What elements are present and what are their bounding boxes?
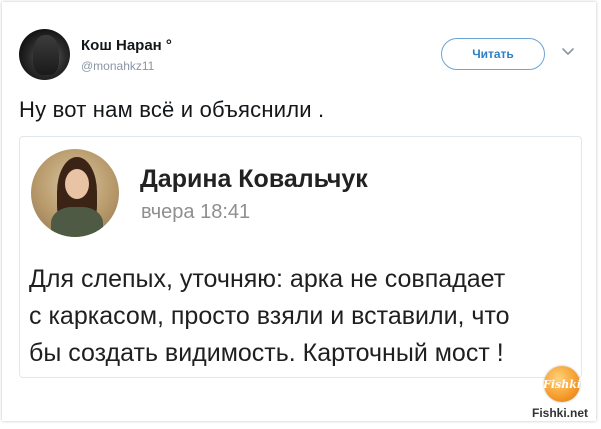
- embedded-post-line: с каркасом, просто взяли и вставили, что: [29, 302, 510, 330]
- watermark-site: Fishki.net: [532, 406, 589, 420]
- tweet-text: Ну вот нам всё и объяснили .: [19, 97, 325, 122]
- avatar-face: [65, 169, 89, 199]
- embedded-post-body: Для слепых, уточняю: арка не совпадает с…: [29, 261, 577, 372]
- author-handle[interactable]: @monahkz11: [81, 59, 154, 73]
- embedded-post-line: бы создать видимость. Карточный мост !: [29, 339, 504, 367]
- author-avatar[interactable]: [19, 29, 70, 80]
- embedded-author-avatar: [31, 149, 119, 237]
- follow-button[interactable]: Читать: [441, 38, 545, 70]
- avatar-figure: [33, 35, 59, 75]
- avatar-body: [51, 207, 103, 237]
- embedded-author-name: Дарина Ковальчук: [140, 165, 368, 193]
- embedded-screenshot[interactable]: Дарина Ковальчук вчера 18:41 Для слепых,…: [19, 136, 582, 378]
- chevron-down-icon[interactable]: [561, 44, 575, 58]
- tweet-card: Кош Наран ° @monahkz11 Читать Ну вот нам…: [0, 0, 601, 429]
- embedded-timestamp: вчера 18:41: [141, 201, 251, 223]
- embedded-post-line: Для слепых, уточняю: арка не совпадает: [29, 265, 506, 293]
- watermark-logo: Fishki: [543, 366, 581, 402]
- author-name[interactable]: Кош Наран °: [81, 37, 172, 54]
